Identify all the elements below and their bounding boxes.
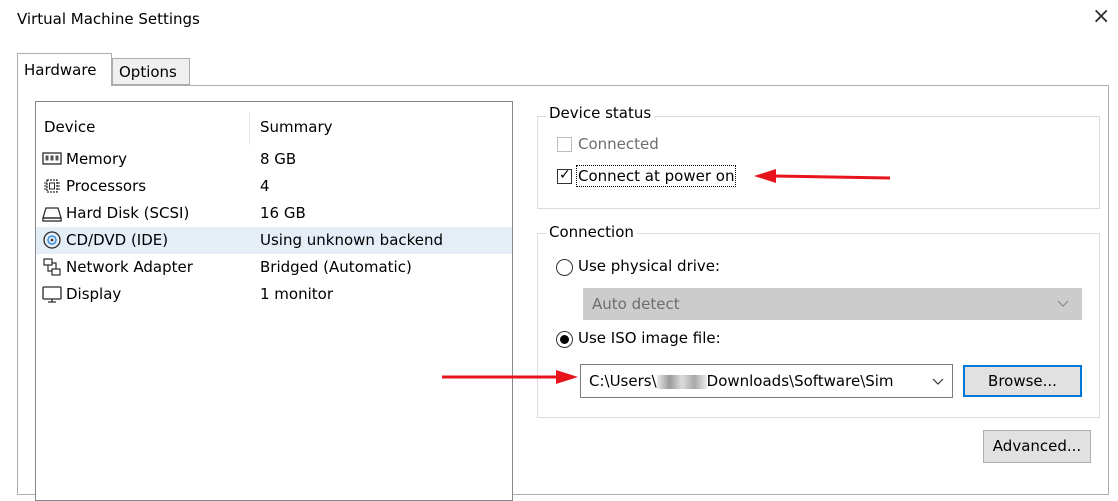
checkmark-icon: ✓ (559, 167, 571, 183)
connection-label: Connection (546, 223, 637, 241)
cd-dvd-icon (43, 231, 61, 249)
summary-column-header[interactable]: Summary (260, 118, 333, 136)
device-name: Network Adapter (66, 258, 193, 276)
use-iso-image-radio[interactable] (556, 331, 573, 348)
chevron-down-icon (1057, 300, 1069, 307)
device-row-network-adapter[interactable]: Network Adapter Bridged (Automatic) (36, 254, 512, 281)
physical-drive-dropdown[interactable]: Auto detect (583, 288, 1082, 320)
radio-selected-dot (560, 335, 569, 344)
tab-options-label: Options (119, 63, 177, 81)
iso-path-prefix: C:\Users\ (589, 372, 657, 390)
tab-hardware-label: Hardware (24, 61, 97, 79)
annotation-arrow-icon (442, 370, 578, 384)
column-divider[interactable] (249, 112, 250, 145)
connect-at-power-on-checkbox[interactable]: ✓ (557, 167, 572, 184)
device-name: CD/DVD (IDE) (66, 231, 169, 249)
redacted-username (656, 374, 707, 389)
use-physical-drive-radio[interactable] (556, 259, 573, 276)
device-column-header[interactable]: Device (44, 118, 95, 136)
physical-drive-value: Auto detect (592, 295, 680, 313)
display-icon (42, 286, 62, 303)
window-title: Virtual Machine Settings (17, 10, 200, 28)
device-row-cd-dvd[interactable]: CD/DVD (IDE) Using unknown backend (36, 227, 512, 254)
device-row-memory[interactable]: Memory 8 GB (36, 146, 512, 173)
annotation-arrow-icon (754, 169, 891, 183)
device-summary: Bridged (Automatic) (260, 258, 412, 276)
connected-checkbox[interactable] (557, 137, 572, 152)
device-status-label: Device status (546, 104, 655, 122)
browse-button[interactable]: Browse... (963, 365, 1082, 397)
connect-at-power-on-label[interactable]: Connect at power on (575, 165, 737, 187)
device-summary: 4 (260, 177, 270, 195)
close-icon[interactable]: × (1092, 6, 1110, 28)
network-adapter-icon (43, 258, 61, 276)
device-name: Memory (66, 150, 128, 168)
iso-path-combo[interactable]: C:\Users\ Downloads\Software\Sim (580, 364, 953, 398)
device-list[interactable]: Device Summary Memory 8 GB Processors 4 … (35, 101, 513, 501)
chevron-down-icon (932, 378, 944, 385)
memory-icon (42, 152, 62, 165)
device-row-hard-disk[interactable]: Hard Disk (SCSI) 16 GB (36, 200, 512, 227)
device-summary: 1 monitor (260, 285, 334, 303)
device-summary: Using unknown backend (260, 231, 444, 249)
device-summary: 8 GB (260, 150, 297, 168)
device-status-group (537, 116, 1100, 209)
device-name: Display (66, 285, 122, 303)
device-name: Hard Disk (SCSI) (66, 204, 190, 222)
device-summary: 16 GB (260, 204, 306, 222)
tab-hardware[interactable]: Hardware (17, 53, 112, 86)
hard-disk-icon (42, 207, 62, 222)
tab-options[interactable]: Options (112, 58, 190, 85)
connected-label: Connected (578, 135, 659, 153)
device-row-display[interactable]: Display 1 monitor (36, 281, 512, 308)
use-iso-image-label: Use ISO image file: (578, 329, 721, 347)
use-physical-drive-label: Use physical drive: (578, 257, 721, 275)
iso-path-suffix: Downloads\Software\Sim (706, 372, 894, 390)
processor-icon (44, 179, 60, 193)
device-row-processors[interactable]: Processors 4 (36, 173, 512, 200)
device-name: Processors (66, 177, 147, 195)
advanced-button[interactable]: Advanced... (983, 430, 1091, 463)
